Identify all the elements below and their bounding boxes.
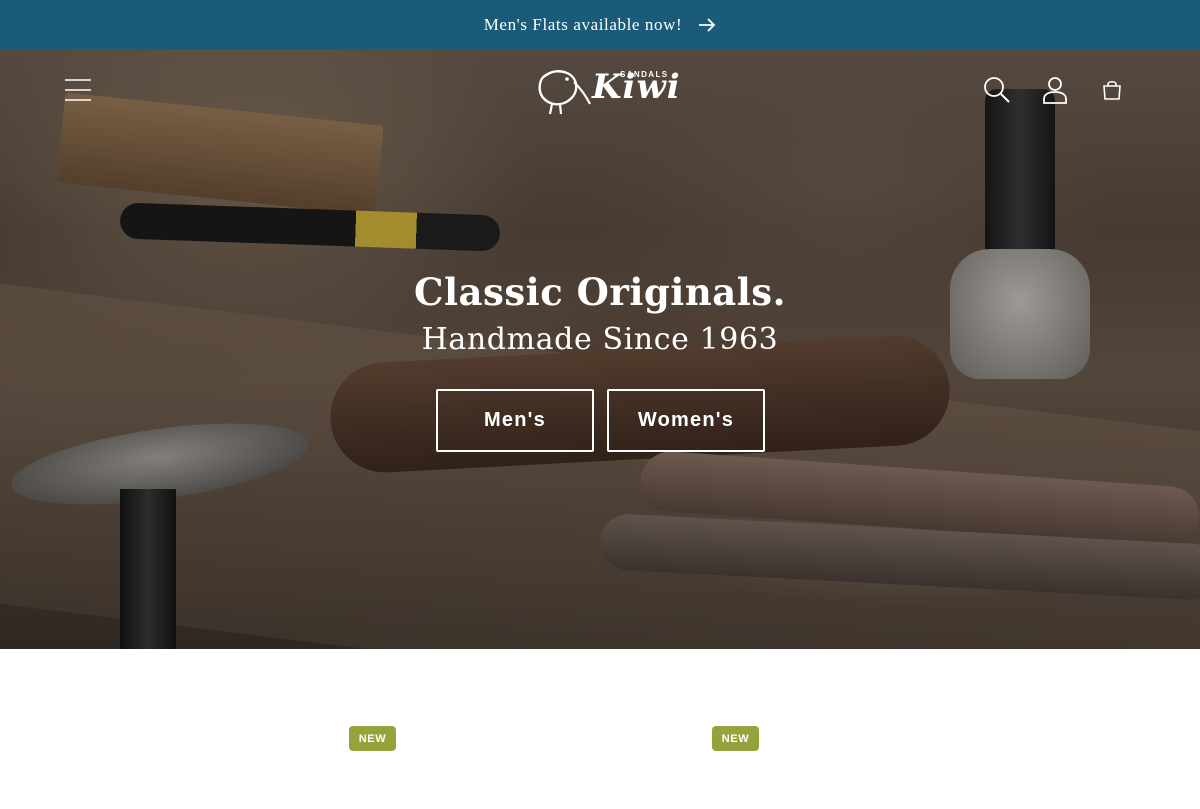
new-badge: NEW (712, 726, 759, 751)
cart-button[interactable] (1090, 70, 1134, 114)
product-grid: NEW NEW (0, 649, 1200, 800)
site-logo[interactable]: Kiwi SANDALS (534, 64, 680, 121)
menu-button[interactable] (58, 72, 98, 112)
hero-title: Classic Originals. (414, 270, 786, 314)
announcement-text[interactable]: Men's Flats available now! (484, 15, 683, 35)
search-icon (983, 76, 1011, 109)
product-card[interactable] (786, 709, 1131, 809)
mens-button[interactable]: Men's (436, 389, 594, 452)
product-card[interactable] (60, 709, 405, 809)
hamburger-menu-icon (64, 78, 92, 107)
user-icon (1042, 76, 1068, 109)
new-badge: NEW (349, 726, 396, 751)
arrow-right-icon (698, 17, 716, 32)
announcement-bar[interactable]: Men's Flats available now! (0, 0, 1200, 49)
womens-button[interactable]: Women's (607, 389, 765, 452)
account-button[interactable] (1033, 70, 1077, 114)
shopping-bag-icon (1101, 79, 1123, 106)
kiwi-bird-icon (534, 66, 592, 121)
product-card[interactable] (423, 709, 768, 809)
hero-subtitle: Handmade Since 1963 (421, 322, 779, 357)
logo-tagline: SANDALS (620, 70, 669, 79)
search-button[interactable] (975, 70, 1019, 114)
